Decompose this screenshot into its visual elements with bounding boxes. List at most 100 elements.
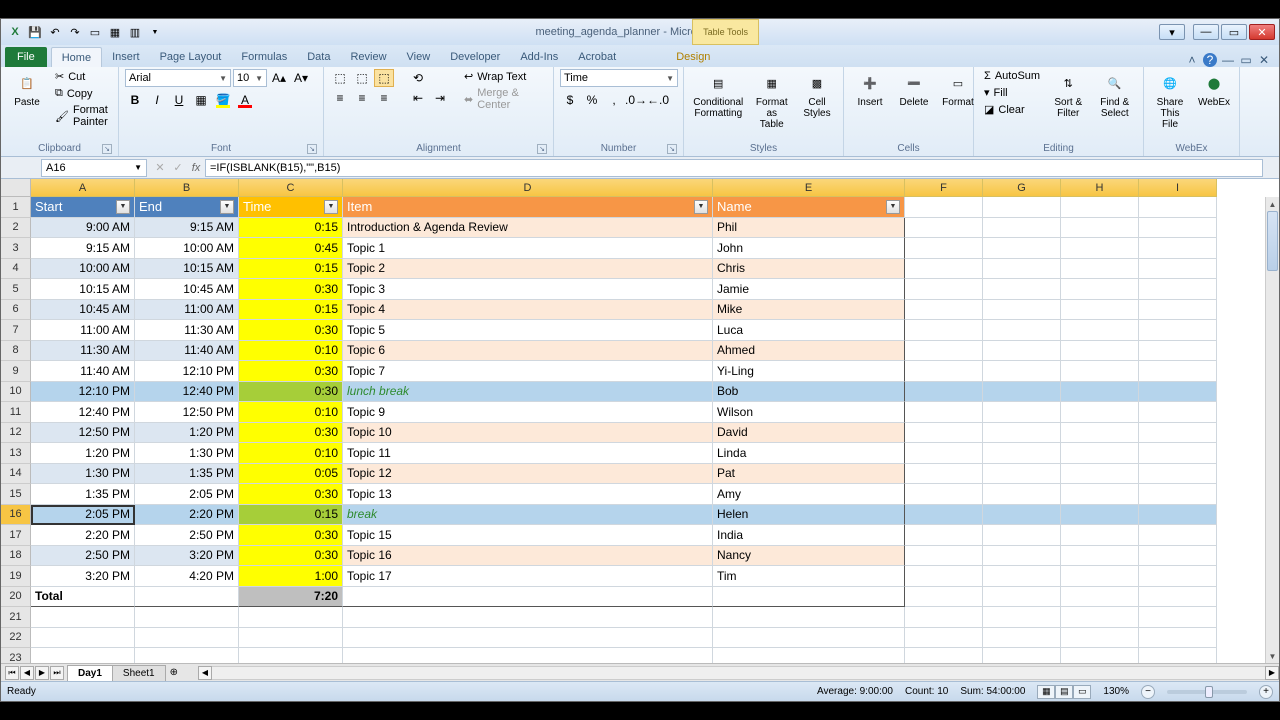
sheet-tab-day1[interactable]: Day1 bbox=[67, 665, 113, 681]
align-left-button[interactable]: ≡ bbox=[330, 89, 350, 107]
cell-item[interactable]: break bbox=[343, 505, 713, 526]
cell-name[interactable]: India bbox=[713, 525, 905, 546]
cell-time[interactable]: 0:30 bbox=[239, 382, 343, 403]
cell-time[interactable]: 0:05 bbox=[239, 464, 343, 485]
cell-end[interactable]: 2:20 PM bbox=[135, 505, 239, 526]
cell-empty[interactable] bbox=[135, 648, 239, 663]
cell-empty[interactable] bbox=[1139, 607, 1217, 628]
ribbon-tab-data[interactable]: Data bbox=[297, 47, 340, 67]
cell-start[interactable]: 12:50 PM bbox=[31, 423, 135, 444]
cell-empty[interactable] bbox=[1139, 259, 1217, 280]
cell-item[interactable]: Topic 10 bbox=[343, 423, 713, 444]
ribbon-minimize-button[interactable]: ▾ bbox=[1159, 24, 1185, 40]
cell-start[interactable]: 2:05 PM bbox=[31, 505, 135, 526]
row-header-7[interactable]: 7 bbox=[1, 320, 31, 341]
cell-total-label[interactable]: Total bbox=[31, 587, 135, 608]
cell-empty[interactable] bbox=[983, 587, 1061, 608]
cell-empty[interactable] bbox=[1061, 648, 1139, 663]
row-header-16[interactable]: 16 bbox=[1, 505, 31, 526]
cell-end[interactable]: 11:30 AM bbox=[135, 320, 239, 341]
scroll-thumb[interactable] bbox=[1267, 211, 1278, 271]
cell-empty[interactable] bbox=[983, 300, 1061, 321]
cell-time[interactable]: 0:15 bbox=[239, 300, 343, 321]
cell-empty[interactable] bbox=[1139, 628, 1217, 649]
cell-time[interactable]: 0:10 bbox=[239, 402, 343, 423]
row-header-20[interactable]: 20 bbox=[1, 587, 31, 608]
cell-start[interactable]: 11:40 AM bbox=[31, 361, 135, 382]
cell-empty[interactable] bbox=[1139, 587, 1217, 608]
doc-close-icon[interactable]: ✕ bbox=[1257, 53, 1271, 67]
zoom-in-button[interactable]: + bbox=[1259, 685, 1273, 699]
cell-empty[interactable] bbox=[983, 628, 1061, 649]
cell-end[interactable]: 10:45 AM bbox=[135, 279, 239, 300]
cell-empty[interactable] bbox=[905, 279, 983, 300]
cell-start[interactable]: 1:30 PM bbox=[31, 464, 135, 485]
cell-empty[interactable] bbox=[983, 402, 1061, 423]
cell-empty[interactable] bbox=[905, 361, 983, 382]
cell-empty[interactable] bbox=[1139, 402, 1217, 423]
cell-empty[interactable] bbox=[1139, 320, 1217, 341]
cell-name[interactable]: Ahmed bbox=[713, 341, 905, 362]
border-button[interactable]: ▦ bbox=[191, 91, 211, 109]
cell-empty[interactable] bbox=[983, 279, 1061, 300]
cell-empty[interactable] bbox=[983, 361, 1061, 382]
cell-empty[interactable] bbox=[1061, 300, 1139, 321]
cell-empty[interactable] bbox=[1061, 218, 1139, 239]
cell-end[interactable]: 10:15 AM bbox=[135, 259, 239, 280]
cell-start[interactable]: 10:45 AM bbox=[31, 300, 135, 321]
column-header-B[interactable]: B bbox=[135, 179, 239, 197]
cell-item[interactable]: Topic 11 bbox=[343, 443, 713, 464]
webex-button[interactable]: ⬤WebEx bbox=[1194, 69, 1234, 110]
cell-start[interactable]: 10:15 AM bbox=[31, 279, 135, 300]
cell-empty[interactable] bbox=[1139, 341, 1217, 362]
find-select-button[interactable]: 🔍Find & Select bbox=[1092, 69, 1137, 121]
cell-empty[interactable] bbox=[1061, 320, 1139, 341]
ribbon-tab-view[interactable]: View bbox=[397, 47, 441, 67]
dialog-launcher-icon[interactable]: ↘ bbox=[102, 144, 112, 154]
cell-empty[interactable] bbox=[239, 648, 343, 663]
sheet-tab-sheet1[interactable]: Sheet1 bbox=[112, 665, 166, 681]
sort-filter-button[interactable]: ⇅Sort & Filter bbox=[1048, 69, 1088, 121]
cell-empty[interactable] bbox=[135, 587, 239, 608]
cell-item[interactable]: Topic 3 bbox=[343, 279, 713, 300]
cell-name[interactable]: Pat bbox=[713, 464, 905, 485]
cell-start[interactable]: 9:00 AM bbox=[31, 218, 135, 239]
cell-time[interactable]: 0:15 bbox=[239, 505, 343, 526]
cell-empty[interactable] bbox=[1139, 505, 1217, 526]
cell-empty[interactable] bbox=[983, 566, 1061, 587]
column-header-C[interactable]: C bbox=[239, 179, 343, 197]
cell-empty[interactable] bbox=[31, 628, 135, 649]
row-header-15[interactable]: 15 bbox=[1, 484, 31, 505]
cell-empty[interactable] bbox=[1061, 464, 1139, 485]
save-icon[interactable]: 💾 bbox=[27, 24, 43, 40]
cell-empty[interactable] bbox=[713, 648, 905, 663]
spreadsheet-grid[interactable]: ABCDEFGHI 123456789101112131415161718192… bbox=[1, 179, 1279, 663]
formula-input[interactable]: =IF(ISBLANK(B15),"",B15) bbox=[205, 159, 1263, 177]
cell-end[interactable]: 2:50 PM bbox=[135, 525, 239, 546]
row-header-2[interactable]: 2 bbox=[1, 218, 31, 239]
cell-empty[interactable] bbox=[905, 505, 983, 526]
row-header-12[interactable]: 12 bbox=[1, 423, 31, 444]
cell-time[interactable]: 0:30 bbox=[239, 320, 343, 341]
normal-view-button[interactable]: ▦ bbox=[1037, 685, 1055, 699]
decrease-decimal-button[interactable]: ←.0 bbox=[648, 91, 668, 109]
enter-formula-icon[interactable]: ✓ bbox=[169, 161, 187, 174]
cell-end[interactable]: 11:40 AM bbox=[135, 341, 239, 362]
cell-time[interactable]: 0:30 bbox=[239, 361, 343, 382]
table-header-item[interactable]: Item▼ bbox=[343, 197, 713, 218]
cell-empty[interactable] bbox=[1139, 423, 1217, 444]
cell-name[interactable]: Tim bbox=[713, 566, 905, 587]
row-header-1[interactable]: 1 bbox=[1, 197, 31, 218]
cell-empty[interactable] bbox=[983, 525, 1061, 546]
cell-empty[interactable] bbox=[1061, 546, 1139, 567]
horizontal-scrollbar[interactable]: ◀ ▶ bbox=[198, 666, 1279, 680]
column-header-I[interactable]: I bbox=[1139, 179, 1217, 197]
cell-empty[interactable] bbox=[1139, 484, 1217, 505]
cell-empty[interactable] bbox=[1139, 300, 1217, 321]
zoom-level[interactable]: 130% bbox=[1103, 686, 1129, 697]
file-tab[interactable]: File bbox=[5, 47, 47, 67]
sheet-next-icon[interactable]: ▶ bbox=[35, 666, 49, 680]
vertical-scrollbar[interactable]: ▲ ▼ bbox=[1265, 197, 1279, 663]
align-bottom-button[interactable]: ⬚ bbox=[374, 69, 394, 87]
cell-empty[interactable] bbox=[905, 607, 983, 628]
